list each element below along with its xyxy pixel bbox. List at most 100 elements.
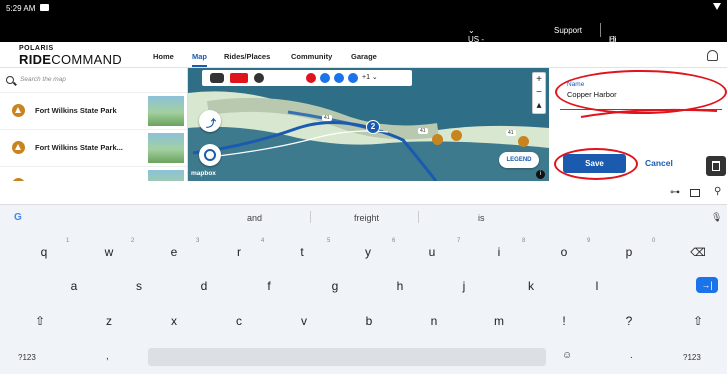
atv-icon[interactable] (210, 73, 224, 83)
period-key[interactable]: . (630, 350, 633, 361)
key-p[interactable]: p (611, 245, 647, 259)
key-z[interactable]: z (91, 314, 127, 328)
key-exclamation[interactable]: ! (546, 314, 582, 328)
campground-marker[interactable] (518, 136, 529, 147)
compass-icon[interactable]: ▴ (533, 99, 545, 112)
key-i[interactable]: i (481, 245, 517, 259)
suggestion-separator (310, 211, 311, 223)
search-input[interactable]: Search the map (20, 76, 66, 83)
nav-home[interactable]: Home (153, 52, 174, 61)
logo[interactable]: RIDECOMMAND (19, 52, 122, 67)
lodging-icon[interactable] (348, 73, 358, 83)
key-f[interactable]: f (251, 279, 287, 293)
vehicle-icon[interactable] (230, 73, 248, 83)
gas-icon[interactable] (334, 73, 344, 83)
info-icon[interactable]: i (536, 170, 545, 179)
places-list-panel: Search the map Fort Wilkins State Park F… (0, 68, 188, 181)
keyboard-icon[interactable] (690, 189, 700, 197)
bell-icon[interactable] (707, 50, 718, 61)
place-thumbnail (148, 96, 184, 126)
nav-community[interactable]: Community (291, 52, 332, 61)
delete-button[interactable] (706, 156, 726, 176)
key-w[interactable]: w (91, 245, 127, 259)
mic-icon[interactable]: 🎙 (711, 212, 722, 223)
shift-key[interactable]: ⇧ (22, 314, 58, 328)
status-time: 5:29 AM (6, 4, 36, 13)
shift-key-right[interactable]: ⇧ (680, 314, 716, 328)
key-j[interactable]: j (446, 279, 482, 293)
zoom-in-button[interactable]: + (533, 73, 545, 86)
suggestion-1[interactable]: and (247, 213, 262, 223)
key-e[interactable]: e (156, 245, 192, 259)
more-count: +1 (362, 74, 370, 81)
legend-button[interactable]: LEGEND (499, 152, 539, 168)
campground-marker[interactable] (432, 134, 443, 145)
logo-bold: RIDE (19, 52, 52, 67)
key-icon[interactable]: ⊶ (670, 187, 680, 198)
key-hint: 1 (66, 238, 70, 244)
key-b[interactable]: b (351, 314, 387, 328)
suggestion-3[interactable]: is (478, 213, 485, 223)
key-n[interactable]: n (416, 314, 452, 328)
support-link[interactable]: Support (554, 26, 582, 35)
enter-key[interactable]: →| (696, 277, 718, 293)
key-c[interactable]: c (221, 314, 257, 328)
key-h[interactable]: h (382, 279, 418, 293)
campground-icon (12, 104, 25, 117)
google-icon[interactable]: G (14, 212, 22, 223)
nav-map[interactable]: Map (192, 52, 207, 67)
key-r[interactable]: r (221, 245, 257, 259)
cancel-button[interactable]: Cancel (645, 158, 673, 168)
more-filters[interactable]: +1 ⌄ (362, 73, 378, 81)
key-g[interactable]: g (317, 279, 353, 293)
wifi-icon (713, 3, 721, 10)
symbols-key-right[interactable]: ?123 (683, 353, 701, 362)
poi-icon[interactable] (306, 73, 316, 83)
route-marker[interactable]: 2 (366, 120, 380, 134)
key-l[interactable]: l (579, 279, 615, 293)
map-search[interactable]: Search the map (6, 73, 182, 89)
key-hint: 4 (261, 238, 265, 244)
directions-icon: ⤴ (206, 119, 216, 130)
nav-rides-places[interactable]: Rides/Places (224, 52, 270, 61)
backspace-key[interactable]: ⌫ (680, 246, 716, 259)
place-list-item[interactable]: Fort Wilkins State Park... (0, 129, 187, 165)
key-a[interactable]: a (56, 279, 92, 293)
key-m[interactable]: m (481, 314, 517, 328)
key-hint: 9 (587, 238, 591, 244)
key-u[interactable]: u (414, 245, 450, 259)
keyboard-toolbar: ⊶ ⚲ (0, 181, 727, 205)
map-view[interactable]: +1 ⌄ + − ▴ ⤴ 2 41 41 41 LEGEND mapbox i (188, 68, 549, 181)
place-name: Fort Wilkins State Park (35, 106, 117, 115)
emoji-icon[interactable]: ☺ (562, 350, 572, 361)
location-icon[interactable]: ⚲ (714, 186, 721, 197)
key-hint: 3 (196, 238, 200, 244)
directions-button[interactable]: ⤴ (199, 110, 221, 132)
key-hint: 7 (457, 238, 461, 244)
key-y[interactable]: y (350, 245, 386, 259)
locate-button[interactable] (199, 144, 221, 166)
key-question[interactable]: ? (611, 314, 647, 328)
key-s[interactable]: s (121, 279, 157, 293)
key-q[interactable]: q (26, 245, 62, 259)
trail-icon[interactable] (320, 73, 330, 83)
key-x[interactable]: x (156, 314, 192, 328)
key-o[interactable]: o (546, 245, 582, 259)
key-hint: 6 (392, 238, 396, 244)
comma-key[interactable]: , (106, 351, 109, 362)
layers-icon[interactable] (254, 73, 264, 83)
suggestion-2[interactable]: freight (354, 213, 379, 223)
zoom-out-button[interactable]: − (533, 86, 545, 99)
key-d[interactable]: d (186, 279, 222, 293)
place-list-item[interactable]: Fort Wilkins State Park (0, 92, 187, 128)
key-v[interactable]: v (286, 314, 322, 328)
key-k[interactable]: k (513, 279, 549, 293)
place-list-item[interactable] (0, 166, 187, 181)
space-key[interactable] (148, 348, 546, 366)
campground-marker[interactable] (451, 130, 462, 141)
key-t[interactable]: t (284, 245, 320, 259)
language-selector[interactable]: US - English ⌄ (468, 26, 494, 53)
mapbox-attribution: mapbox (191, 170, 216, 177)
symbols-key[interactable]: ?123 (18, 353, 36, 362)
nav-garage[interactable]: Garage (351, 52, 377, 61)
